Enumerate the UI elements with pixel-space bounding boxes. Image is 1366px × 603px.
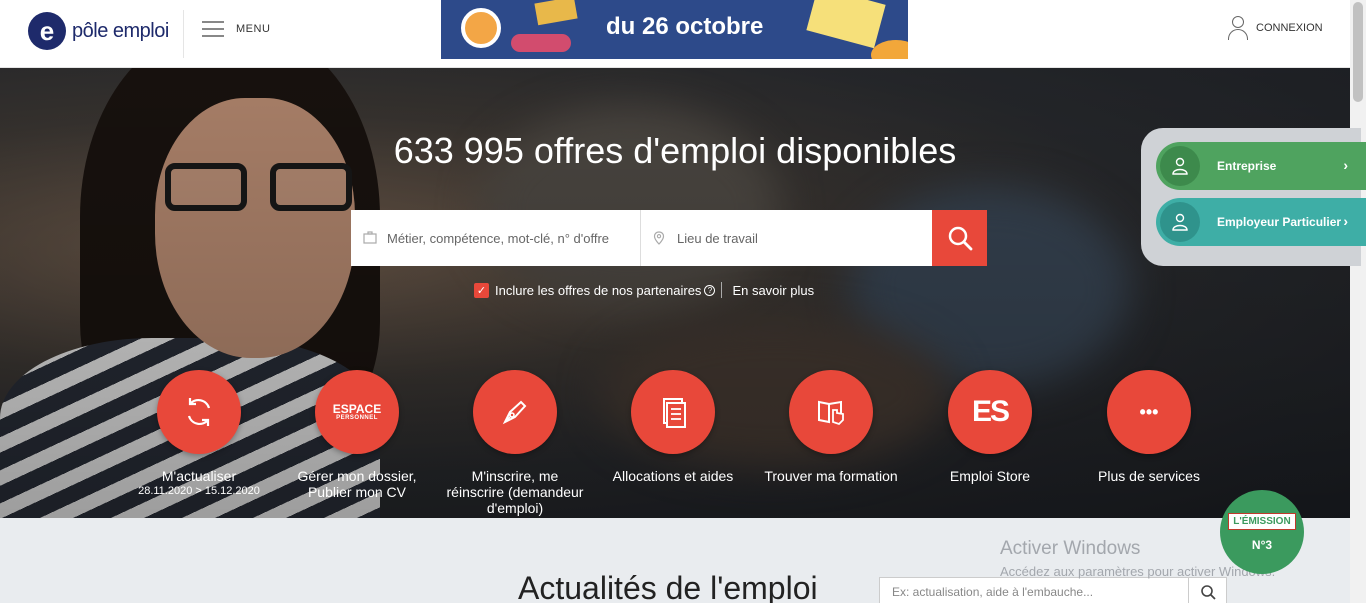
emploi-store-icon-text: ES (971, 395, 1010, 428)
banner-text: du 26 octobre (606, 13, 764, 40)
entreprise-label: Entreprise (1217, 159, 1277, 173)
service-actualiser[interactable]: M'actualiser 28.11.2020 > 15.12.2020 (129, 370, 269, 498)
service-label: Gérer mon dossier, Publier mon CV (297, 468, 417, 500)
partners-option-row: ✓ Inclure les offres de nos partenaires … (474, 282, 814, 298)
logo-mark: e (28, 12, 66, 50)
job-search-input[interactable] (387, 230, 627, 246)
menu-label: MENU (236, 23, 271, 35)
user-icon (1160, 202, 1200, 242)
service-label: Trouver ma formation (764, 468, 898, 484)
employeur-particulier-label: Employeur Particulier (1217, 215, 1342, 229)
alarm-clock-icon (461, 8, 501, 48)
service-label: Emploi Store (949, 468, 1031, 484)
hamburger-icon (202, 21, 224, 37)
news-search-bar (879, 577, 1227, 603)
emploi-store-icon: ES (948, 370, 1032, 454)
news-search-button[interactable] (1188, 577, 1226, 603)
page-scrollbar[interactable] (1350, 0, 1366, 603)
divider (721, 282, 723, 298)
job-search-bar (351, 210, 987, 266)
service-sublabel: 28.11.2020 > 15.12.2020 (138, 485, 260, 497)
espace-personnel-icon: ESPACE PERSONNEL (315, 370, 399, 454)
search-icon (948, 226, 972, 251)
service-inscription[interactable]: M'inscrire, me réinscrire (demandeur d'e… (445, 370, 585, 516)
news-section-title: Actualités de l'emploi (518, 570, 818, 603)
job-search-field[interactable] (351, 210, 641, 266)
more-icon-text: ••• (1139, 401, 1159, 422)
search-button[interactable] (932, 210, 987, 266)
location-search-input[interactable] (677, 230, 917, 246)
user-icon (1160, 146, 1200, 186)
pole-emploi-logo[interactable]: e pôle emploi (28, 12, 169, 50)
emission-label: L'ÉMISSION (1228, 512, 1296, 530)
personnel-icon-text: PERSONNEL (336, 415, 378, 421)
chevron-right-icon: › (1343, 213, 1348, 229)
location-pin-icon (653, 231, 669, 245)
banner-decoration (511, 34, 571, 52)
briefcase-icon (363, 231, 379, 245)
header: e pôle emploi MENU du 26 octobre CONNEXI… (0, 0, 1366, 68)
location-search-field[interactable] (641, 210, 932, 266)
pen-icon (473, 370, 557, 454)
search-icon (1200, 585, 1216, 600)
emission-number: N°3 (1251, 537, 1273, 552)
service-label: Allocations et aides (612, 468, 734, 484)
banner-decoration (534, 0, 578, 26)
menu-button[interactable]: MENU (202, 21, 270, 37)
banner-decoration (806, 0, 886, 49)
entreprise-button[interactable]: Entreprise › (1156, 142, 1366, 190)
watermark-line2: Accédez aux paramètres pour activer Wind… (1000, 564, 1276, 579)
connexion-button[interactable]: CONNEXION (1228, 16, 1323, 40)
header-separator (183, 10, 184, 58)
service-allocations[interactable]: Allocations et aides (603, 370, 743, 484)
service-espace-personnel[interactable]: ESPACE PERSONNEL Gérer mon dossier, Publ… (287, 370, 427, 500)
news-search-input[interactable] (880, 585, 1188, 599)
refresh-icon (157, 370, 241, 454)
service-emploi-store[interactable]: ES Emploi Store (920, 370, 1060, 484)
emission-badge[interactable]: L'ÉMISSION N°3 (1220, 490, 1304, 574)
service-plus[interactable]: ••• Plus de services (1079, 370, 1219, 484)
document-icon (631, 370, 715, 454)
logo-text: pôle emploi (72, 19, 169, 42)
partners-checkbox-label[interactable]: Inclure les offres de nos partenaires (495, 283, 701, 298)
service-label: Plus de services (1098, 468, 1200, 484)
promo-banner[interactable]: du 26 octobre (441, 0, 908, 59)
service-formation[interactable]: Trouver ma formation (761, 370, 901, 484)
learn-more-link[interactable]: En savoir plus (732, 283, 814, 298)
service-label: M'actualiser (161, 468, 237, 484)
banner-decoration (871, 40, 908, 59)
partners-checkbox[interactable]: ✓ (474, 282, 489, 298)
scrollbar-thumb[interactable] (1353, 2, 1363, 102)
chevron-right-icon: › (1343, 157, 1348, 173)
book-hand-icon (789, 370, 873, 454)
espace-icon-text: ESPACE (332, 402, 382, 416)
more-icon: ••• (1107, 370, 1191, 454)
connexion-label: CONNEXION (1256, 22, 1323, 34)
info-icon[interactable]: ? (704, 284, 716, 296)
service-label: M'inscrire, me réinscrire (demandeur d'e… (446, 468, 584, 516)
user-icon (1228, 16, 1248, 40)
employeur-particulier-button[interactable]: Employeur Particulier › (1156, 198, 1366, 246)
employer-side-panel: Entreprise › Employeur Particulier › (1141, 128, 1366, 266)
